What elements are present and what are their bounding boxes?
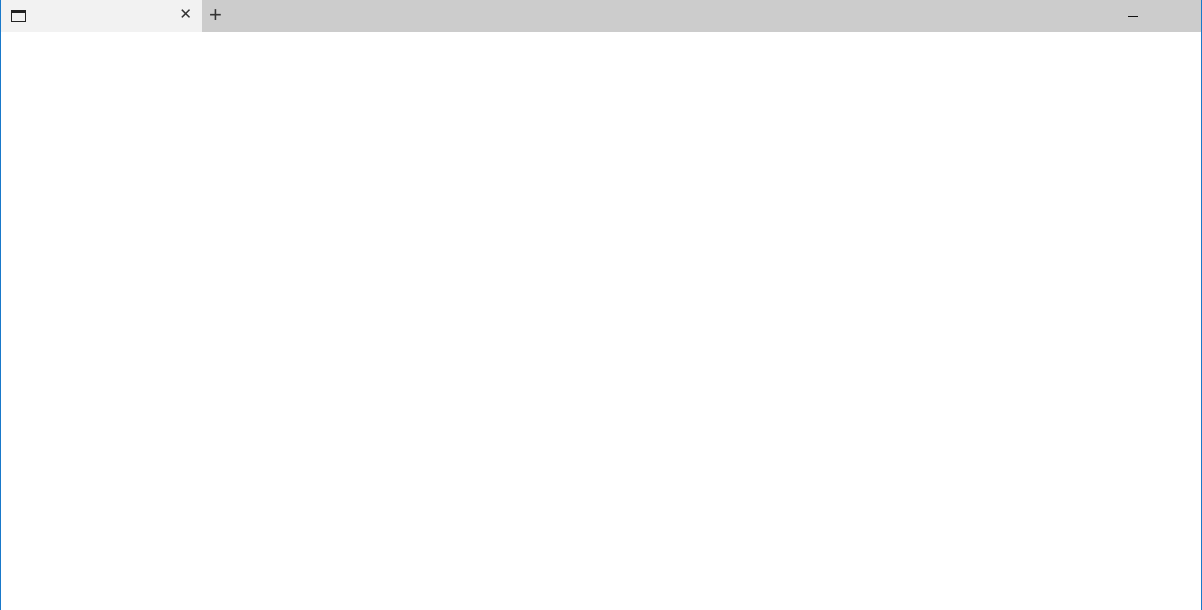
page-icon bbox=[11, 10, 26, 22]
new-tab-plus-icon[interactable]: + bbox=[209, 4, 222, 26]
browser-window: ✕ + bbox=[0, 0, 1202, 610]
close-tab-icon[interactable]: ✕ bbox=[179, 7, 192, 23]
browser-tab[interactable]: ✕ bbox=[1, 0, 202, 32]
tab-strip: ✕ + bbox=[1, 0, 1201, 32]
